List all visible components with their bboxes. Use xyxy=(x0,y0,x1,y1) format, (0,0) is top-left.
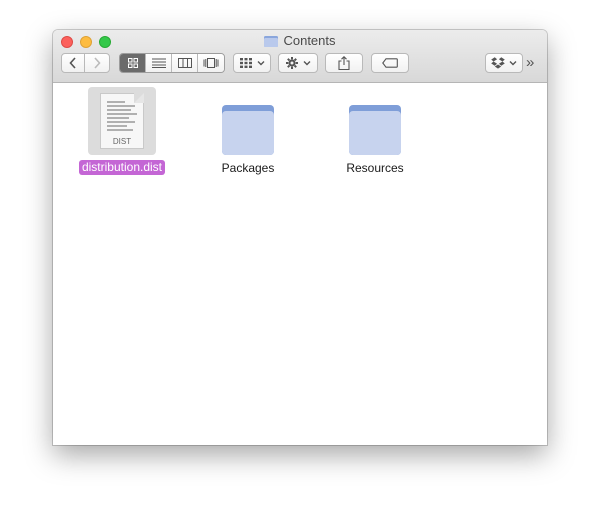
file-type-badge: DIST xyxy=(112,137,132,146)
document-icon: DIST xyxy=(100,93,144,149)
chevron-right-icon xyxy=(94,57,101,69)
folder-icon xyxy=(264,35,279,51)
dropbox-button[interactable] xyxy=(485,53,523,73)
folder-name-label: Resources xyxy=(346,161,404,175)
tag-icon xyxy=(382,58,398,68)
title-bar: Contents » xyxy=(53,30,547,83)
columns-icon xyxy=(177,58,192,68)
chevron-down-icon xyxy=(509,61,517,66)
file-name-label: distribution.dist xyxy=(78,160,166,175)
chevron-down-icon xyxy=(303,61,310,66)
finder-window: Contents » DIST distribution.dist Packag… xyxy=(53,30,547,445)
file-thumbnail: DIST xyxy=(88,87,156,155)
view-mode-control xyxy=(119,53,225,73)
cover-flow-button[interactable] xyxy=(198,54,224,72)
tags-button[interactable] xyxy=(371,53,409,73)
list-icon xyxy=(151,58,166,68)
folder-item-packages[interactable]: Packages xyxy=(203,93,293,176)
window-title: Contents xyxy=(283,33,336,48)
list-view-button[interactable] xyxy=(146,54,172,72)
back-button[interactable] xyxy=(61,53,85,73)
forward-button[interactable] xyxy=(84,53,110,73)
gear-icon xyxy=(285,57,298,69)
cover-flow-icon xyxy=(203,58,219,68)
chevron-down-icon xyxy=(257,61,264,66)
dropbox-icon xyxy=(491,56,505,69)
folder-icon xyxy=(222,105,274,155)
action-button[interactable] xyxy=(278,53,318,73)
share-icon xyxy=(338,56,350,70)
toolbar-overflow-button[interactable]: » xyxy=(526,54,534,72)
window-title-area: Contents xyxy=(53,33,547,51)
chevron-left-icon xyxy=(69,57,76,69)
share-button[interactable] xyxy=(325,53,363,73)
file-browser-area: DIST distribution.dist Packages Resource… xyxy=(53,83,547,445)
column-view-button[interactable] xyxy=(172,54,198,72)
arrange-button[interactable] xyxy=(233,53,271,73)
arrange-grid-icon xyxy=(239,58,252,68)
folder-name-label: Packages xyxy=(221,161,275,175)
icon-view-button[interactable] xyxy=(120,54,146,72)
folder-item-resources[interactable]: Resources xyxy=(330,93,420,176)
grid-icon xyxy=(127,58,138,68)
folder-icon xyxy=(349,105,401,155)
file-item-distribution[interactable]: DIST distribution.dist xyxy=(67,87,177,176)
